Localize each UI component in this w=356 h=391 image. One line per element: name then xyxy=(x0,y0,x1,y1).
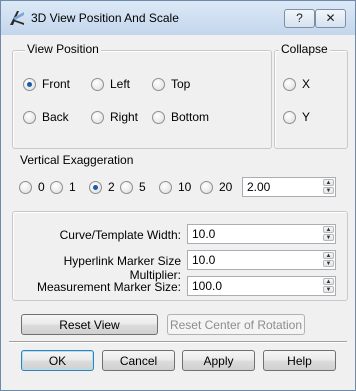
spinbox-arrows[interactable]: ▲ ▼ xyxy=(323,252,334,268)
vertical-exaggeration-spinbox[interactable]: 2.00 ▲ ▼ xyxy=(242,177,336,197)
radio-left[interactable]: Left xyxy=(91,77,130,91)
close-button[interactable]: ✕ xyxy=(315,9,346,28)
radio-indicator xyxy=(152,77,165,91)
radio-label: Top xyxy=(171,77,191,91)
radio-ve-1[interactable]: 1 xyxy=(50,180,76,194)
radio-indicator xyxy=(89,180,102,194)
radio-indicator xyxy=(23,77,36,91)
help-button[interactable]: Help xyxy=(263,350,336,371)
dialog-client: View Position Front Left Top Back Right … xyxy=(9,35,348,382)
spin-up-icon[interactable]: ▲ xyxy=(323,179,334,186)
radio-label: Bottom xyxy=(171,110,210,124)
spinbox-arrows[interactable]: ▲ ▼ xyxy=(323,179,334,195)
radio-indicator xyxy=(200,180,213,194)
radio-label: 5 xyxy=(139,180,146,194)
hyperlink-multiplier-spinbox[interactable]: 10.0 ▲ ▼ xyxy=(187,250,336,270)
view-position-group xyxy=(12,50,272,149)
reset-view-button[interactable]: Reset View xyxy=(21,314,158,335)
radio-indicator xyxy=(50,180,63,194)
radio-label: X xyxy=(302,77,311,91)
radio-indicator xyxy=(120,180,133,194)
ok-button[interactable]: OK xyxy=(21,350,94,371)
spin-down-icon[interactable]: ▼ xyxy=(323,234,334,241)
curve-width-label: Curve/Template Width: xyxy=(59,228,181,242)
radio-top[interactable]: Top xyxy=(152,77,190,91)
measurement-size-label: Measurement Marker Size: xyxy=(36,280,181,294)
app-icon xyxy=(10,11,24,25)
radio-label: 10 xyxy=(178,180,192,194)
cancel-button[interactable]: Cancel xyxy=(102,350,175,371)
radio-indicator xyxy=(23,110,36,124)
radio-collapse-x[interactable]: X xyxy=(283,77,310,91)
radio-bottom[interactable]: Bottom xyxy=(152,110,209,124)
radio-label: Left xyxy=(110,77,131,91)
radio-label: 0 xyxy=(38,180,45,194)
radio-right[interactable]: Right xyxy=(91,110,138,124)
window-title: 3D View Position And Scale xyxy=(31,11,179,25)
radio-label: 20 xyxy=(219,180,233,194)
curve-width-spinbox[interactable]: 10.0 ▲ ▼ xyxy=(187,224,336,244)
radio-back[interactable]: Back xyxy=(23,110,69,124)
title-bar[interactable]: 3D View Position And Scale ? ✕ xyxy=(1,1,355,35)
radio-front[interactable]: Front xyxy=(23,77,70,91)
radio-indicator xyxy=(283,77,296,91)
reset-center-button[interactable]: Reset Center of Rotation xyxy=(167,314,305,335)
radio-label: Back xyxy=(42,110,69,124)
radio-ve-2[interactable]: 2 xyxy=(89,180,115,194)
spinbox-value: 2.00 xyxy=(247,180,271,194)
collapse-title: Collapse xyxy=(279,42,330,56)
radio-ve-5[interactable]: 5 xyxy=(120,180,146,194)
spin-up-icon[interactable]: ▲ xyxy=(323,226,334,233)
radio-label: 1 xyxy=(69,180,76,194)
vertical-exaggeration-label: Vertical Exaggeration xyxy=(20,153,134,167)
spin-down-icon[interactable]: ▼ xyxy=(323,286,334,293)
apply-button[interactable]: Apply xyxy=(182,350,255,371)
spinbox-arrows[interactable]: ▲ ▼ xyxy=(323,278,334,294)
hyperlink-multiplier-label: Hyperlink Marker Size Multiplier: xyxy=(63,254,181,282)
spin-down-icon[interactable]: ▼ xyxy=(323,187,334,194)
radio-ve-10[interactable]: 10 xyxy=(159,180,191,194)
radio-ve-0[interactable]: 0 xyxy=(19,180,45,194)
spin-down-icon[interactable]: ▼ xyxy=(323,260,334,267)
radio-label: Right xyxy=(110,110,139,124)
radio-ve-20[interactable]: 20 xyxy=(200,180,232,194)
spin-up-icon[interactable]: ▲ xyxy=(323,252,334,259)
help-title-button[interactable]: ? xyxy=(284,9,315,28)
radio-label: 2 xyxy=(108,180,115,194)
radio-indicator xyxy=(283,110,296,124)
close-icon: ✕ xyxy=(325,11,336,25)
radio-label: Y xyxy=(302,110,311,124)
radio-indicator xyxy=(91,77,104,91)
spin-up-icon[interactable]: ▲ xyxy=(323,278,334,285)
dialog-window: 3D View Position And Scale ? ✕ View Posi… xyxy=(0,0,356,391)
footer-separator xyxy=(9,341,347,343)
spinbox-value: 10.0 xyxy=(192,227,216,241)
measurement-size-spinbox[interactable]: 100.0 ▲ ▼ xyxy=(187,276,336,296)
collapse-group xyxy=(274,50,348,149)
radio-indicator xyxy=(91,110,104,124)
radio-indicator xyxy=(159,180,172,194)
radio-collapse-y[interactable]: Y xyxy=(283,110,310,124)
radio-indicator xyxy=(19,180,32,194)
view-position-title: View Position xyxy=(25,42,101,56)
spinbox-value: 10.0 xyxy=(192,253,216,267)
radio-indicator xyxy=(152,110,165,124)
radio-label: Front xyxy=(42,77,71,91)
spinbox-value: 100.0 xyxy=(192,279,223,293)
spinbox-arrows[interactable]: ▲ ▼ xyxy=(323,226,334,242)
